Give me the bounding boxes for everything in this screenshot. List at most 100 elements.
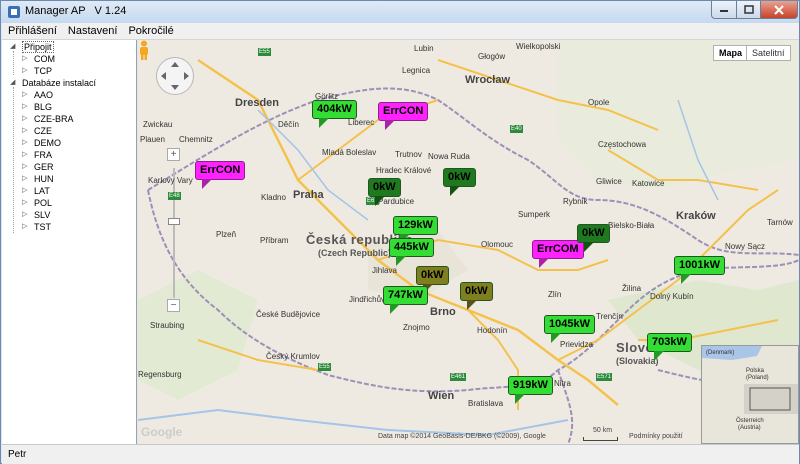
marker-747kw[interactable]: 747kW — [383, 286, 428, 314]
city-label: Kladno — [261, 193, 286, 202]
city-label: Hodonín — [477, 326, 508, 335]
expand-icon[interactable]: ▷ — [22, 65, 30, 77]
city-label: Bielsko-Biała — [608, 221, 655, 230]
expand-icon[interactable]: ▷ — [22, 149, 30, 161]
expand-icon[interactable]: ▷ — [22, 113, 30, 125]
minimize-icon — [720, 9, 728, 12]
city-label: Dolný Kubín — [650, 292, 694, 301]
marker-errcon-1[interactable]: ErrCON — [378, 102, 429, 130]
marker-0kw-4[interactable]: 0kW — [460, 282, 493, 310]
menu-login[interactable]: Přihlášení — [2, 23, 62, 39]
road-shield: E461 — [450, 373, 467, 381]
city-label: Nowy Sącz — [725, 242, 766, 251]
collapse-icon[interactable]: ◢ — [10, 41, 18, 53]
city-label: Straubing — [150, 321, 185, 330]
minimize-button[interactable] — [711, 1, 737, 19]
zoom-out-button[interactable]: − — [167, 299, 180, 312]
city-label: Brno — [430, 306, 456, 318]
road-shield: E48 — [168, 192, 181, 200]
city-label: České Budějovice — [256, 310, 321, 319]
marker-errcon-2[interactable]: ErrCON — [195, 161, 246, 189]
city-label: Tarnów — [767, 218, 793, 227]
expand-icon[interactable]: ▷ — [22, 137, 30, 149]
marker-0kw-2[interactable]: 0kW — [443, 168, 476, 196]
city-label: Mladá Boleslav — [322, 148, 377, 157]
zoom-slider[interactable] — [173, 168, 175, 298]
pan-arrows-icon — [161, 62, 189, 90]
city-label: Žilina — [622, 284, 642, 293]
city-label: Wielkopolski — [516, 42, 561, 51]
title-bar[interactable]: Manager AP V 1.24 — [1, 1, 799, 23]
close-button[interactable] — [760, 1, 798, 19]
country-sublabel-cz: (Czech Republic) — [318, 248, 392, 258]
city-label: Trenčín — [596, 312, 623, 321]
city-label: Bratislava — [468, 399, 504, 408]
city-label: Opole — [588, 98, 610, 107]
scale-bar — [583, 437, 618, 441]
menu-settings[interactable]: Nastavení — [62, 23, 123, 39]
city-label: Zwickau — [143, 120, 173, 129]
expand-icon[interactable]: ▷ — [22, 53, 30, 65]
app-icon — [8, 6, 20, 18]
city-label: Regensburg — [138, 370, 182, 379]
zoom-in-button[interactable]: + — [167, 148, 180, 161]
marker-0kw-1[interactable]: 0kW — [368, 178, 401, 206]
terms-link[interactable]: Podmínky použití — [629, 433, 683, 440]
marker-errcom[interactable]: ErrCOM — [532, 240, 584, 268]
city-label: Kraków — [676, 210, 716, 222]
city-label: Plauen — [140, 135, 165, 144]
map-type-satellite-button[interactable]: Satelitní — [746, 45, 791, 61]
city-label: Karlovy Vary — [148, 176, 193, 185]
city-label: Dresden — [235, 97, 280, 109]
city-label: Lubin — [414, 44, 434, 53]
maximize-button[interactable] — [736, 1, 761, 19]
marker-129kw[interactable]: 129kW — [393, 216, 438, 244]
expand-icon[interactable]: ▷ — [22, 185, 30, 197]
map-view[interactable]: Mapa Satelitní + − Lubin Wielkopolski Gł… — [138, 40, 799, 444]
tree-panel: ◢ Připojit ▷ COM ▷ TCP ◢ Databáze instal… — [2, 40, 137, 444]
window-title: Manager AP V 1.24 — [25, 5, 127, 17]
expand-icon[interactable]: ▷ — [22, 173, 30, 185]
city-label: Znojmo — [403, 323, 430, 332]
city-label: Katowice — [632, 179, 665, 188]
marker-445kw[interactable]: 445kW — [389, 238, 434, 266]
expand-icon[interactable]: ▷ — [22, 89, 30, 101]
city-label: Chemnitz — [179, 135, 213, 144]
city-label: Gliwice — [596, 177, 622, 186]
marker-1001kw[interactable]: 1001kW — [674, 256, 725, 284]
marker-404kw[interactable]: 404kW — [312, 100, 357, 128]
street-view-pegman-icon[interactable] — [138, 40, 150, 60]
expand-icon[interactable]: ▷ — [22, 209, 30, 221]
road-shield: E55 — [258, 48, 271, 56]
city-label: Wrocław — [465, 74, 511, 86]
collapse-icon[interactable]: ◢ — [10, 77, 18, 89]
expand-icon[interactable]: ▷ — [22, 221, 30, 233]
city-label: Plzeň — [216, 230, 237, 239]
maximize-icon — [743, 5, 754, 14]
map-type-map-button[interactable]: Mapa — [713, 45, 749, 61]
status-user: Petr — [8, 449, 27, 460]
expand-icon[interactable]: ▷ — [22, 101, 30, 113]
zoom-slider-handle[interactable] — [168, 218, 180, 225]
city-label: Zlín — [548, 290, 562, 299]
expand-icon[interactable]: ▷ — [22, 197, 30, 209]
marker-0kw-5[interactable]: 0kW — [577, 224, 610, 252]
city-label: Praha — [293, 189, 324, 201]
city-label: Nitra — [554, 379, 571, 388]
city-label: Příbram — [260, 236, 289, 245]
google-logo[interactable]: Google — [141, 425, 182, 439]
pan-control[interactable] — [156, 57, 194, 95]
city-label: Trutnov — [395, 150, 422, 159]
marker-0kw-3[interactable]: 0kW — [416, 266, 449, 294]
expand-icon[interactable]: ▷ — [22, 125, 30, 137]
expand-icon[interactable]: ▷ — [22, 161, 30, 173]
road-shield: E571 — [596, 373, 613, 381]
marker-919kw[interactable]: 919kW — [508, 376, 553, 404]
overview-map[interactable]: (Denmark) Polska (Poland) Österreich (Au… — [701, 345, 799, 444]
city-label: Legnica — [402, 66, 431, 75]
city-label: Częstochowa — [598, 140, 647, 149]
menu-bar: Přihlášení Nastavení Pokročilé — [2, 23, 799, 40]
marker-1045kw[interactable]: 1045kW — [544, 315, 595, 343]
menu-advanced[interactable]: Pokročilé — [122, 23, 178, 39]
marker-703kw[interactable]: 703kW — [647, 333, 692, 361]
